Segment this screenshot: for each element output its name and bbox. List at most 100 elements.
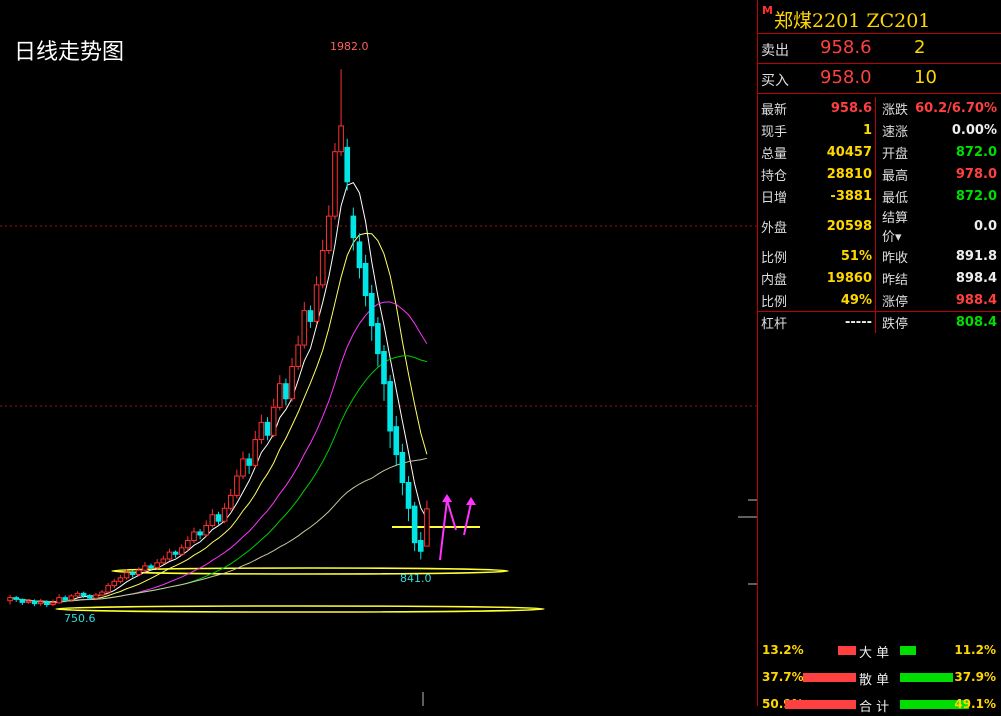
stats-row: 比例 51% 昨收 891.8 — [758, 245, 1000, 267]
stat-value: -3881 — [804, 185, 876, 207]
candle-body — [399, 451, 406, 484]
candle-body — [326, 215, 332, 252]
order-flow-row: 13.2% 大 单 11.2% — [758, 640, 1001, 662]
ma60-line — [9, 457, 428, 603]
candle-body — [25, 600, 32, 603]
support-line — [55, 605, 545, 613]
trend-arrow — [463, 502, 472, 536]
bid-label: 买入 — [761, 73, 789, 89]
candle-body — [276, 383, 283, 408]
stat-label: 外盘 — [761, 220, 788, 236]
stat-value: 28810 — [804, 163, 876, 185]
stat-label: 比例 — [761, 250, 788, 266]
candle-body — [50, 602, 56, 606]
candle-body — [289, 366, 295, 400]
stat-value: 898.4 — [955, 270, 997, 286]
candle-body — [80, 592, 87, 597]
stat-value: 0.00% — [951, 122, 997, 138]
candle-body — [270, 406, 277, 436]
quote-panel: M 郑煤2201 ZC201 卖出 958.6 2 买入 958.0 10 最新… — [757, 0, 1001, 715]
candle-body — [424, 508, 430, 547]
candle-body — [185, 540, 191, 549]
stat-value: ----- — [804, 311, 876, 333]
stat-label: 昨收 — [882, 250, 909, 266]
stats-row: 持仓 28810 最高 978.0 — [758, 163, 1000, 185]
candle-body — [123, 572, 130, 579]
candle-body — [319, 250, 326, 286]
stats-row: 杠杆 ----- 跌停 808.4 — [758, 311, 1000, 333]
flow-red-bar — [803, 673, 856, 682]
candle-body — [160, 558, 167, 564]
candle-body — [111, 580, 118, 587]
flow-red-bar — [785, 700, 856, 709]
stat-label: 总量 — [761, 146, 788, 162]
candle-body — [295, 344, 301, 368]
stat-value: 19860 — [804, 267, 876, 289]
ask-row[interactable]: 卖出 958.6 2 — [758, 34, 1001, 64]
chart-title: 日线走势图 — [14, 40, 125, 65]
stat-value: 20598 — [804, 207, 876, 245]
candle-body — [93, 594, 99, 599]
stat-value: 978.0 — [955, 166, 997, 182]
candle-body — [142, 565, 148, 571]
flow-right-pct: 11.2% — [954, 643, 996, 657]
stats-table: 最新 958.6 涨跌 60.2/6.70% 现手 1 速涨 0.00% 总量 40457 开盘 87… — [758, 97, 1000, 333]
candle-body — [221, 507, 228, 522]
stat-value: 891.8 — [955, 248, 997, 264]
candle-body — [99, 591, 105, 596]
candle-body — [129, 572, 136, 575]
candle-body — [362, 262, 369, 297]
stat-label: 结算价▾ — [882, 211, 909, 245]
candle-body — [301, 310, 308, 346]
candle-body — [117, 577, 124, 582]
order-flow-row: 37.7% 散 单 37.9% — [758, 667, 1001, 689]
stat-label: 杠杆 — [761, 316, 788, 332]
stat-label: 现手 — [761, 124, 788, 140]
bid-row[interactable]: 买入 958.0 10 — [758, 64, 1001, 94]
candle-body — [258, 421, 265, 441]
ma5-line — [9, 182, 428, 604]
candle-body — [356, 241, 363, 269]
trend-arrow — [439, 499, 448, 561]
instrument-header[interactable]: M 郑煤2201 ZC201 — [758, 0, 1001, 34]
candle-body — [209, 514, 216, 526]
candle-body — [154, 562, 160, 569]
candle-body — [252, 439, 259, 466]
flow-right-pct: 37.9% — [954, 670, 996, 684]
trend-arrow-head — [466, 497, 476, 505]
flow-name: 散 单 — [859, 673, 890, 688]
stat-label: 涨停 — [882, 294, 909, 310]
ma20-line — [9, 301, 428, 603]
support-line — [111, 567, 509, 575]
candle-body — [166, 551, 173, 560]
candle-body — [37, 601, 44, 605]
kline-chart[interactable]: 1982.0 750.6 841.0 日线走势图 — [0, 0, 757, 706]
low-price-label: 750.6 — [64, 612, 96, 625]
market-mark: M — [762, 4, 773, 17]
candle-body — [7, 597, 13, 602]
stats-row: 日增 -3881 最低 872.0 — [758, 185, 1000, 207]
stat-value: 872.0 — [955, 188, 997, 204]
stat-value: 958.6 — [804, 97, 876, 119]
panel-divider — [758, 311, 1001, 312]
candle-body — [283, 383, 289, 400]
kline-chart-svg: 1982.0 750.6 841.0 — [0, 40, 757, 706]
stat-label: 跌停 — [882, 316, 909, 332]
candle-body — [227, 494, 234, 509]
stat-value: 49% — [804, 289, 876, 311]
candle-body — [393, 426, 400, 456]
candle-body — [381, 350, 387, 385]
candle-body — [197, 531, 203, 536]
candle-body — [375, 323, 381, 355]
order-flow-row: 50.9% 合 计 49.1% — [758, 694, 1001, 716]
stat-label: 昨结 — [882, 272, 909, 288]
stat-value: 0.0 — [973, 218, 997, 234]
candle-body — [135, 569, 142, 575]
stat-label: 最高 — [882, 168, 909, 184]
candle-body — [62, 597, 69, 601]
candle-body — [313, 284, 320, 322]
stat-label: 最新 — [761, 102, 788, 118]
candle-body — [86, 595, 93, 599]
stat-value: 1 — [804, 119, 876, 141]
candle-body — [105, 585, 111, 593]
